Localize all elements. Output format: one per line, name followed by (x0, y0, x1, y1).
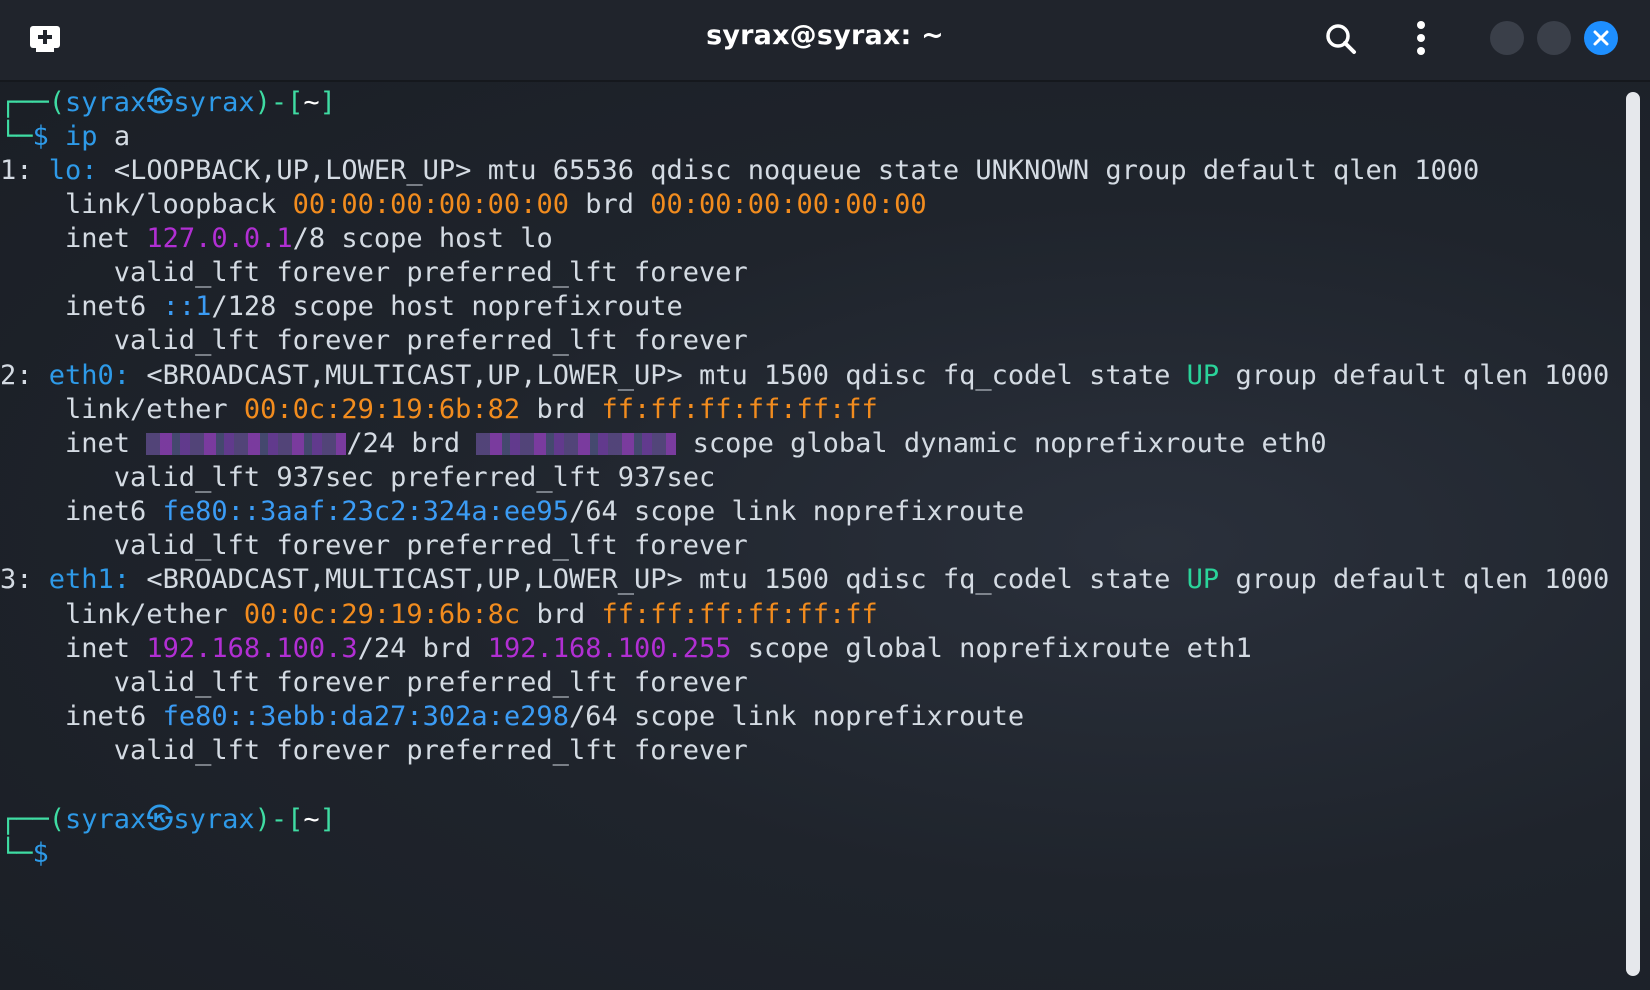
output-line: inet /24 brd scope global dynamic nopref… (0, 428, 1327, 459)
window-title: syrax@syrax: ~ (706, 20, 944, 51)
output-line: valid_lft forever preferred_lft forever (0, 257, 748, 288)
terminal-output[interactable]: ┌──(syrax㉿syrax)-[~] └─$ ip a 1: lo: <LO… (0, 82, 1622, 990)
command-args: a (97, 121, 131, 152)
kebab-menu-icon[interactable] (1406, 16, 1436, 64)
command-name: ip (65, 121, 98, 152)
redacted-broadcast (476, 433, 677, 455)
output-line: inet6 fe80::3ebb:da27:302a:e298/64 scope… (0, 701, 1025, 732)
output-line: link/loopback 00:00:00:00:00:00 brd 00:0… (0, 189, 927, 220)
output-line: link/ether 00:0c:29:19:6b:82 brd ff:ff:f… (0, 394, 878, 425)
terminal-window: syrax@syrax: ~ ┌──(syrax㉿syrax)-[~] └─$ … (0, 0, 1650, 990)
search-icon[interactable] (1320, 18, 1364, 62)
output-line: inet6 ::1/128 scope host noprefixroute (0, 291, 683, 322)
output-line: valid_lft forever preferred_lft forever (0, 735, 748, 766)
output-line: 2: eth0: <BROADCAST,MULTICAST,UP,LOWER_U… (0, 360, 1610, 391)
maximize-button[interactable] (1537, 21, 1571, 55)
prompt-line: ┌──(syrax㉿syrax)-[~] (0, 87, 336, 118)
output-line: 3: eth1: <BROADCAST,MULTICAST,UP,LOWER_U… (0, 564, 1610, 595)
output-line: inet6 fe80::3aaf:23c2:324a:ee95/64 scope… (0, 496, 1025, 527)
command-line: └─$ ip a (0, 121, 131, 152)
input-line[interactable]: └─$ (0, 836, 49, 872)
output-line: valid_lft 937sec preferred_lft 937sec (0, 462, 716, 493)
output-line: inet 192.168.100.3/24 brd 192.168.100.25… (0, 633, 1252, 664)
title-bar: syrax@syrax: ~ (0, 0, 1650, 82)
output-line: 1: lo: <LOOPBACK,UP,LOWER_UP> mtu 65536 … (0, 155, 1480, 186)
minimize-button[interactable] (1490, 21, 1524, 55)
output-line: link/ether 00:0c:29:19:6b:8c brd ff:ff:f… (0, 599, 878, 630)
output-line: valid_lft forever preferred_lft forever (0, 325, 748, 356)
close-icon (1593, 30, 1609, 46)
output-line: valid_lft forever preferred_lft forever (0, 530, 748, 561)
output-line: inet 127.0.0.1/8 scope host lo (0, 223, 553, 254)
prompt-line: ┌──(syrax㉿syrax)-[~] (0, 804, 336, 835)
output-line: valid_lft forever preferred_lft forever (0, 667, 748, 698)
scrollbar[interactable] (1626, 92, 1640, 976)
redacted-ip (146, 433, 347, 455)
close-button[interactable] (1584, 21, 1618, 55)
